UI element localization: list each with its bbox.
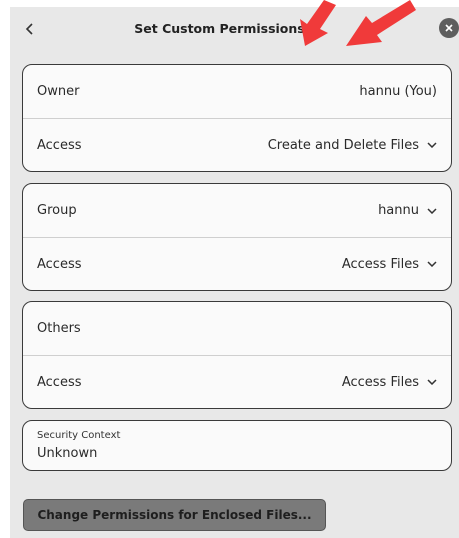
close-button[interactable] xyxy=(439,18,459,38)
group-access-label: Access xyxy=(37,256,82,272)
chevron-down-icon xyxy=(427,261,437,267)
group-access-value: Access Files xyxy=(341,256,419,272)
owner-access-value: Create and Delete Files xyxy=(267,137,419,153)
security-context-label: Security Context xyxy=(37,430,121,441)
dialog-header: Set Custom Permissions xyxy=(10,7,459,51)
chevron-down-icon xyxy=(427,207,437,214)
group-value: hannu xyxy=(378,203,419,218)
close-icon xyxy=(445,24,453,32)
group-row: Group hannu xyxy=(23,184,451,237)
owner-access-row: Access Create and Delete Files xyxy=(23,118,451,171)
security-context-value: Unknown xyxy=(37,446,98,461)
owner-label: Owner xyxy=(37,84,80,99)
owner-access-dropdown[interactable]: Create and Delete Files xyxy=(268,138,437,153)
security-context-card: Security Context Unknown xyxy=(22,420,452,471)
group-access-dropdown[interactable]: Access Files xyxy=(342,257,437,272)
group-card: Group hannu Access Access Files xyxy=(22,183,452,291)
owner-row: Owner hannu (You) xyxy=(23,65,451,118)
owner-card: Owner hannu (You) Access Create and Dele… xyxy=(22,64,452,172)
others-access-value: Access Files xyxy=(341,374,419,390)
chevron-down-icon xyxy=(427,379,437,385)
owner-access-label: Access xyxy=(37,137,82,153)
change-enclosed-permissions-button[interactable]: Change Permissions for Enclosed Files... xyxy=(23,499,326,531)
dialog-title: Set Custom Permissions xyxy=(134,21,305,36)
group-label: Group xyxy=(37,203,77,218)
others-access-row: Access Access Files xyxy=(23,355,451,408)
others-access-label: Access xyxy=(37,374,82,390)
permissions-dialog: Set Custom Permissions Owner hannu (You)… xyxy=(10,7,459,538)
group-dropdown[interactable]: hannu xyxy=(378,203,437,218)
group-access-row: Access Access Files xyxy=(23,237,451,290)
others-label: Others xyxy=(37,321,81,336)
owner-value: hannu (You) xyxy=(359,84,437,99)
others-card: Others Access Access Files xyxy=(22,301,452,409)
others-row: Others xyxy=(23,302,451,355)
others-access-dropdown[interactable]: Access Files xyxy=(342,375,437,390)
chevron-down-icon xyxy=(427,142,437,148)
